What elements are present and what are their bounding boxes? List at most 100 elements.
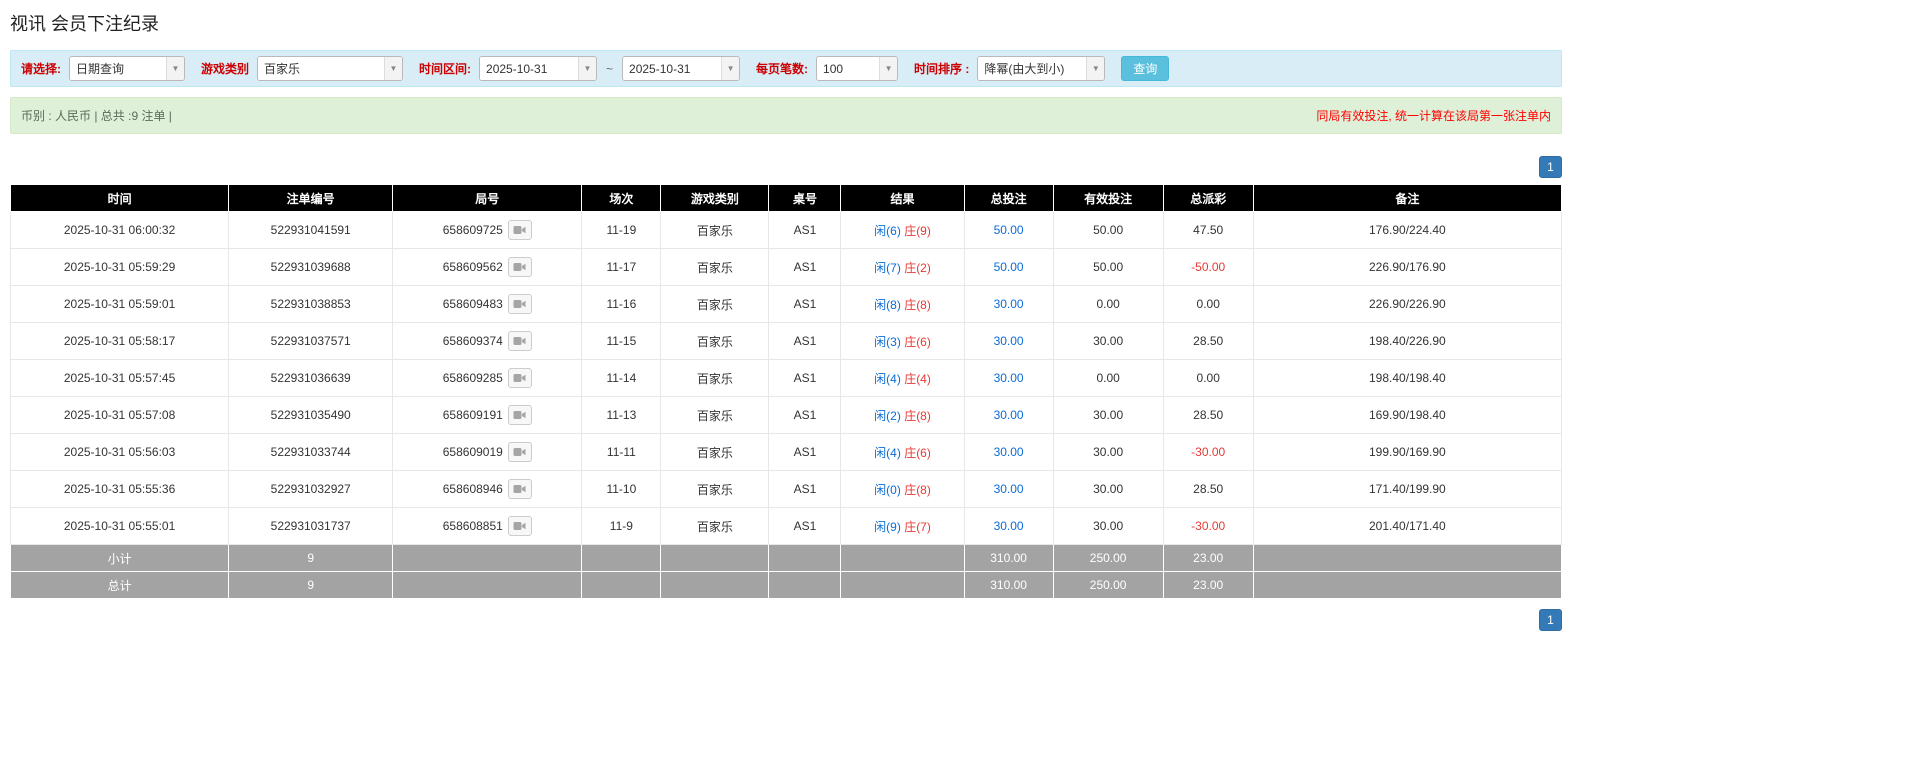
search-button[interactable]: 查询: [1121, 56, 1170, 81]
cell-session: 11-15: [581, 322, 662, 360]
page-size-input[interactable]: [817, 57, 880, 80]
video-camera-icon: [513, 485, 526, 493]
date-from-input[interactable]: [480, 57, 579, 80]
video-replay-button[interactable]: [507, 294, 532, 314]
total-bet-link[interactable]: 30.00: [994, 297, 1024, 311]
round-id-text: 658609483: [442, 297, 503, 311]
total-bet-link[interactable]: 50.00: [994, 223, 1024, 237]
footer-cell: [392, 571, 583, 599]
total-bet-link[interactable]: 30.00: [994, 519, 1024, 533]
table-row: 2025-10-31 05:58:17 522931037571 658609374…: [9, 322, 1563, 360]
cell-bet-id: 522931035490: [228, 396, 394, 434]
video-camera-icon: [513, 374, 526, 382]
pagination-bottom: 1: [10, 609, 1562, 631]
cell-remark: 198.40/226.90: [1252, 322, 1563, 360]
cell-round-id: 658608851: [392, 507, 583, 545]
cell-time: 2025-10-31 05:56:03: [9, 433, 230, 471]
total-bet-link[interactable]: 30.00: [994, 482, 1024, 496]
column-header: 桌号: [768, 184, 842, 212]
cell-result: 闲(8) 庄(8): [840, 285, 965, 323]
cell-bet-id: 522931039688: [228, 248, 394, 286]
cell-table-no: AS1: [768, 507, 842, 545]
footer-cell: 310.00: [963, 571, 1054, 599]
cell-result: 闲(2) 庄(8): [840, 396, 965, 434]
cell-result: 闲(9) 庄(7): [840, 507, 965, 545]
footer-cell: 23.00: [1162, 571, 1254, 599]
cell-session: 11-13: [581, 396, 662, 434]
cell-round-id: 658609019: [392, 433, 583, 471]
pagination-top: 1: [10, 156, 1562, 178]
cell-time: 2025-10-31 05:57:45: [9, 359, 230, 397]
footer-cell: [1252, 571, 1563, 599]
cell-session: 11-10: [581, 470, 662, 508]
total-bet-link[interactable]: 30.00: [994, 445, 1024, 459]
cell-payout: -50.00: [1162, 248, 1254, 286]
cell-remark: 226.90/226.90: [1252, 285, 1563, 323]
video-replay-button[interactable]: [507, 479, 532, 499]
video-camera-icon: [513, 522, 526, 530]
total-bet-link[interactable]: 50.00: [994, 260, 1024, 274]
chevron-down-icon[interactable]: ▼: [384, 57, 403, 80]
video-replay-button[interactable]: [507, 331, 532, 351]
game-type-input[interactable]: [258, 57, 385, 80]
cell-round-id: 658609374: [392, 322, 583, 360]
cell-valid-bet: 30.00: [1052, 433, 1164, 471]
column-header: 备注: [1252, 184, 1563, 212]
video-replay-button[interactable]: [507, 368, 532, 388]
cell-table-no: AS1: [768, 248, 842, 286]
video-replay-button[interactable]: [507, 442, 532, 462]
chevron-down-icon[interactable]: ▼: [1086, 57, 1105, 80]
cell-result: 闲(6) 庄(9): [840, 211, 965, 249]
filter-bar: 请选择: ▼ 游戏类别 ▼ 时间区间: ▼ ~ ▼ 每页笔数: ▼ 时间排序 :…: [10, 50, 1562, 87]
round-id-wrap: 658609191: [443, 405, 532, 425]
time-sort-input[interactable]: [978, 57, 1087, 80]
query-mode-input[interactable]: [70, 57, 166, 80]
date-to-input[interactable]: [623, 57, 722, 80]
total-bet-link[interactable]: 30.00: [994, 408, 1024, 422]
banker-result: 庄(6): [904, 445, 931, 460]
cell-valid-bet: 30.00: [1052, 507, 1164, 545]
footer-cell: [840, 544, 965, 572]
cell-valid-bet: 50.00: [1052, 248, 1164, 286]
video-replay-button[interactable]: [507, 516, 532, 536]
video-replay-button[interactable]: [507, 405, 532, 425]
footer-cell: 9: [228, 544, 394, 572]
footer-cell: [392, 544, 583, 572]
round-id-text: 658609562: [442, 260, 503, 274]
cell-result: 闲(4) 庄(4): [840, 359, 965, 397]
round-id-text: 658609374: [442, 334, 503, 348]
chevron-down-icon[interactable]: ▼: [879, 57, 898, 80]
page-number-button[interactable]: 1: [1539, 609, 1562, 631]
cell-total-bet: 30.00: [963, 322, 1054, 360]
page-size-label: 每页笔数:: [756, 62, 809, 76]
chevron-down-icon[interactable]: ▼: [166, 57, 184, 80]
player-result: 闲(2): [874, 408, 901, 423]
cell-total-bet: 30.00: [963, 507, 1054, 545]
cell-valid-bet: 0.00: [1052, 285, 1164, 323]
cell-game-type: 百家乐: [660, 433, 770, 471]
query-mode-combobox: ▼: [69, 56, 185, 81]
betting-records-page: 视讯 会员下注纪录 请选择: ▼ 游戏类别 ▼ 时间区间: ▼ ~ ▼ 每页笔数…: [9, 10, 1563, 631]
total-bet-link[interactable]: 30.00: [994, 334, 1024, 348]
cell-total-bet: 30.00: [963, 396, 1054, 434]
cell-result: 闲(4) 庄(6): [840, 433, 965, 471]
footer-cell: [581, 544, 662, 572]
cell-round-id: 658608946: [392, 470, 583, 508]
cell-time: 2025-10-31 05:59:01: [9, 285, 230, 323]
page-number-button[interactable]: 1: [1539, 156, 1562, 178]
video-camera-icon: [513, 263, 526, 271]
video-replay-button[interactable]: [507, 220, 532, 240]
chevron-down-icon[interactable]: ▼: [578, 57, 597, 80]
cell-remark: 169.90/198.40: [1252, 396, 1563, 434]
table-row: 2025-10-31 05:57:08 522931035490 658609191…: [9, 396, 1563, 434]
banker-result: 庄(7): [904, 519, 931, 534]
video-replay-button[interactable]: [507, 257, 532, 277]
cell-total-bet: 50.00: [963, 211, 1054, 249]
player-result: 闲(3): [874, 334, 901, 349]
cell-valid-bet: 0.00: [1052, 359, 1164, 397]
footer-cell: 310.00: [963, 544, 1054, 572]
cell-bet-id: 522931036639: [228, 359, 394, 397]
chevron-down-icon[interactable]: ▼: [721, 57, 740, 80]
total-bet-link[interactable]: 30.00: [994, 371, 1024, 385]
cell-game-type: 百家乐: [660, 359, 770, 397]
